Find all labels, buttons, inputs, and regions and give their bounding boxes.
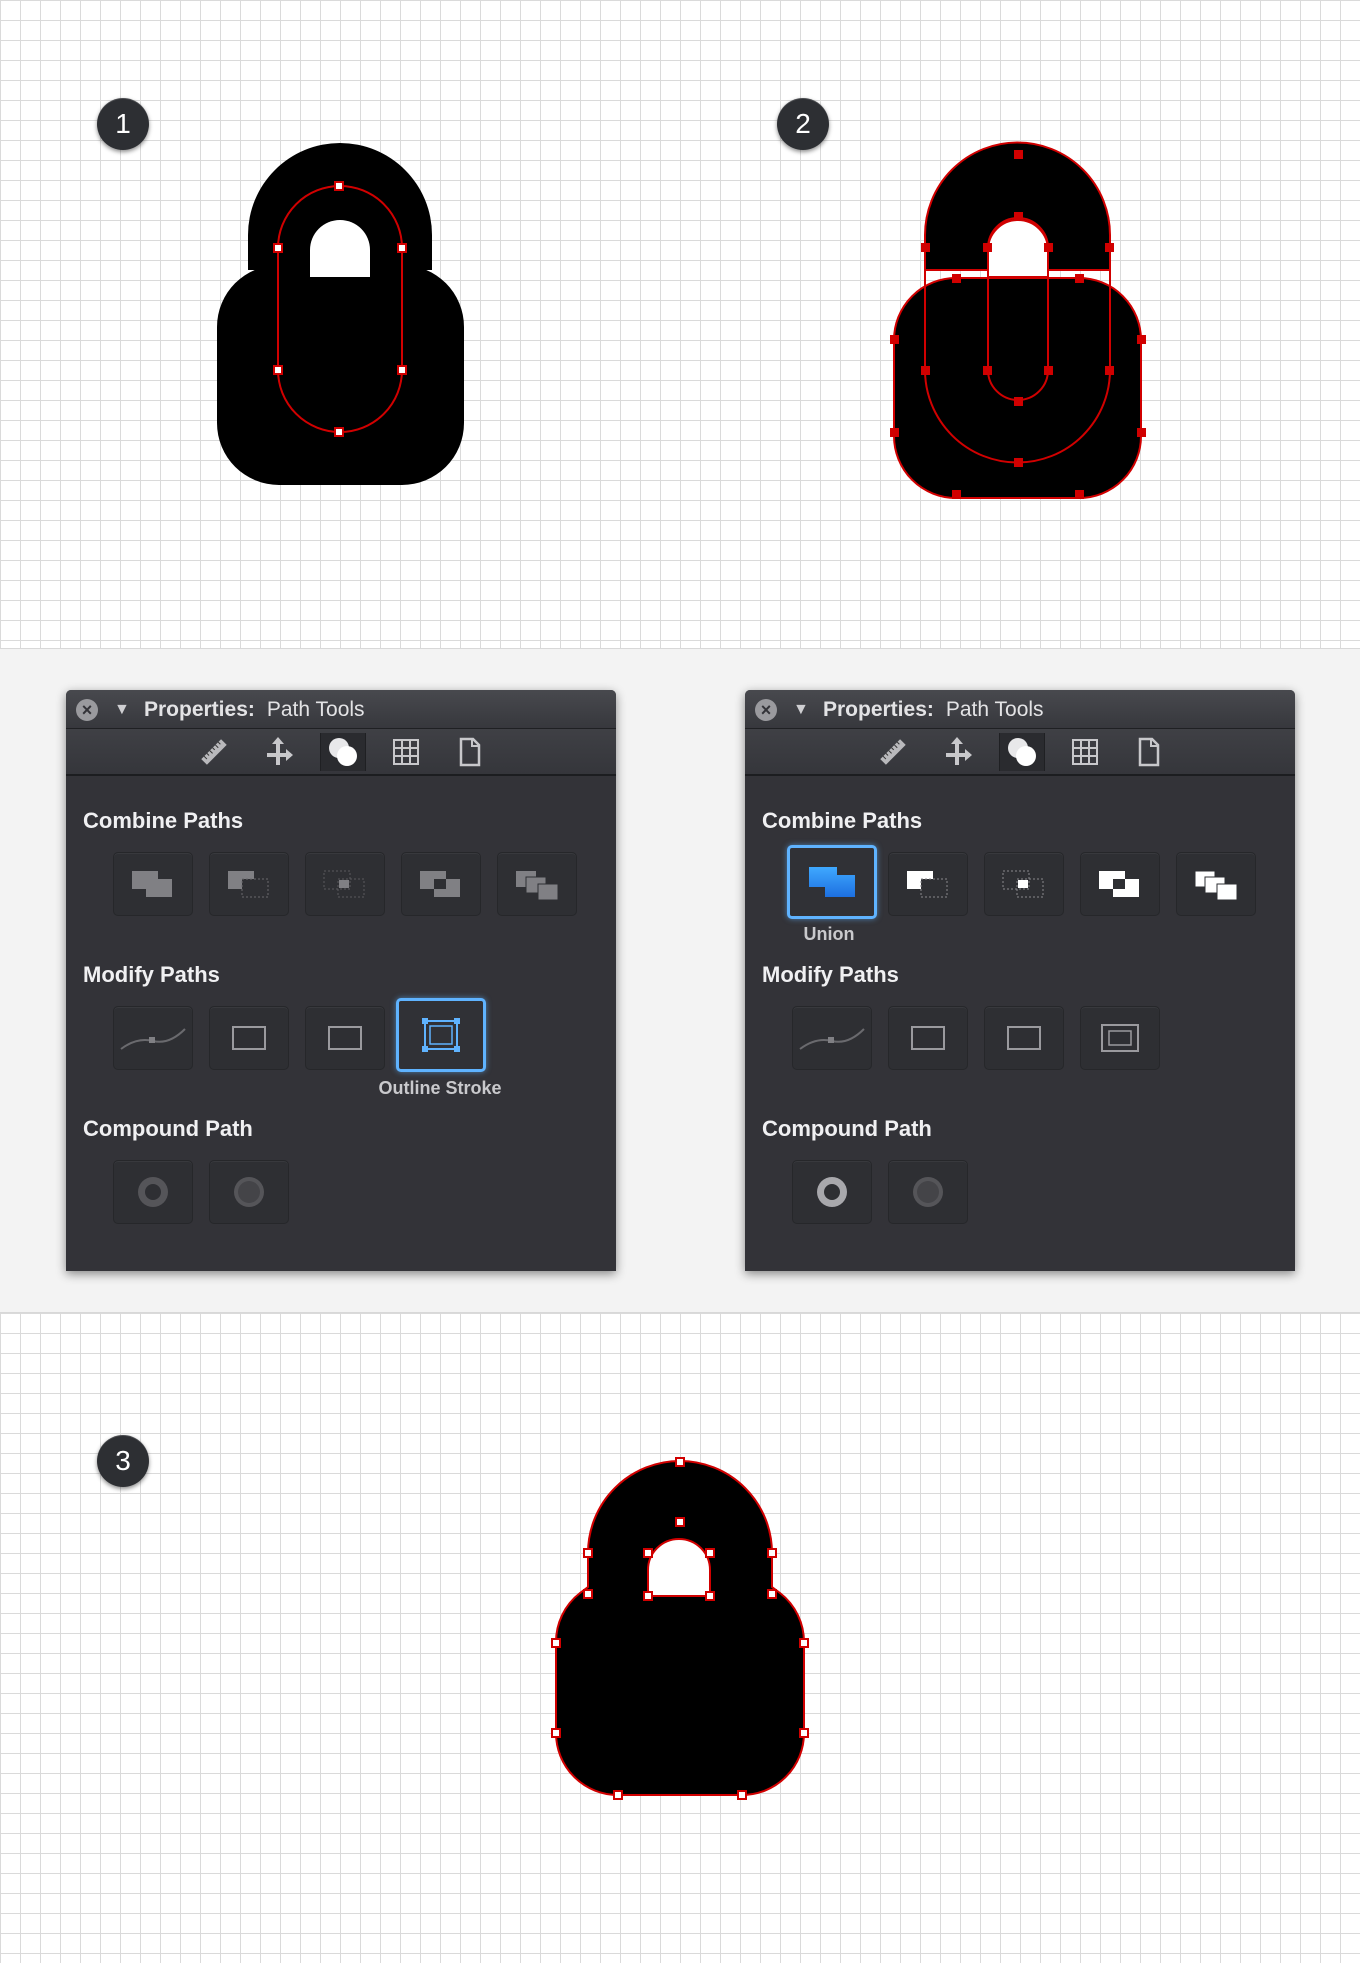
- compound-path-heading: Compound Path: [762, 1116, 932, 1141]
- expand-button[interactable]: [984, 1006, 1064, 1070]
- union-label: Union: [803, 924, 855, 944]
- window-titlebar: × ▼ Properties: Path Tools: [745, 690, 1295, 729]
- canvas-bottom-panel: 3: [0, 1312, 1360, 1963]
- window-title-bold: Properties:: [823, 698, 934, 721]
- union-button[interactable]: [787, 845, 877, 919]
- properties-window-left: × ▼ Properties: Path Tools Combine Paths: [66, 690, 616, 1271]
- offset-path-button[interactable]: [209, 1006, 289, 1070]
- combine-paths-heading: Combine Paths: [83, 808, 244, 833]
- intersect-button[interactable]: [305, 852, 385, 916]
- document-icon[interactable]: [448, 733, 492, 771]
- subtract-button[interactable]: [888, 852, 968, 916]
- combine-paths-heading: Combine Paths: [762, 808, 923, 833]
- lock-step1: [217, 143, 464, 485]
- offset-path-button[interactable]: [888, 1006, 968, 1070]
- exclude-button[interactable]: [1080, 852, 1160, 916]
- step-badge-3: 3: [97, 1435, 149, 1487]
- window-title-bold: Properties:: [144, 698, 255, 721]
- intersect-button[interactable]: [984, 852, 1064, 916]
- divide-button[interactable]: [1176, 852, 1256, 916]
- simplify-button[interactable]: [792, 1006, 872, 1070]
- expand-button[interactable]: [305, 1006, 385, 1070]
- make-compound-button[interactable]: [792, 1160, 872, 1224]
- modify-paths-heading: Modify Paths: [762, 962, 899, 987]
- ruler-icon[interactable]: [871, 733, 915, 771]
- close-button[interactable]: ×: [76, 699, 98, 721]
- lock-step2: [890, 141, 1146, 499]
- lock-step3: [551, 1457, 809, 1800]
- close-button[interactable]: ×: [755, 699, 777, 721]
- simplify-button[interactable]: [113, 1006, 193, 1070]
- outline-stroke-button[interactable]: [1080, 1006, 1160, 1070]
- window-title: Properties: Path Tools: [823, 698, 1044, 722]
- step-badge-2: 2: [777, 98, 829, 150]
- collapse-arrow-icon[interactable]: ▼: [793, 701, 809, 719]
- modify-paths-heading: Modify Paths: [83, 962, 220, 987]
- path-ops-icon[interactable]: [999, 733, 1045, 771]
- divide-button[interactable]: [497, 852, 577, 916]
- make-compound-button[interactable]: [113, 1160, 193, 1224]
- move-arrows-icon[interactable]: [935, 733, 979, 771]
- path-ops-icon[interactable]: [320, 733, 366, 771]
- outline-stroke-label: Outline Stroke: [378, 1078, 502, 1098]
- release-compound-button[interactable]: [209, 1160, 289, 1224]
- collapse-arrow-icon[interactable]: ▼: [114, 701, 130, 719]
- document-icon[interactable]: [1127, 733, 1171, 771]
- compound-path-heading: Compound Path: [83, 1116, 253, 1141]
- outline-stroke-button[interactable]: [396, 998, 486, 1072]
- properties-window-right: × ▼ Properties: Path Tools Combine Paths …: [745, 690, 1295, 1271]
- window-titlebar: × ▼ Properties: Path Tools: [66, 690, 616, 729]
- release-compound-button[interactable]: [888, 1160, 968, 1224]
- properties-toolbar: [745, 729, 1295, 776]
- canvas-top-panel: 1 2: [0, 0, 1360, 649]
- subtract-button[interactable]: [209, 852, 289, 916]
- step-badge-1: 1: [97, 98, 149, 150]
- ruler-icon[interactable]: [192, 733, 236, 771]
- union-button[interactable]: [113, 852, 193, 916]
- move-arrows-icon[interactable]: [256, 733, 300, 771]
- grid-icon[interactable]: [384, 733, 428, 771]
- properties-toolbar: [66, 729, 616, 776]
- exclude-button[interactable]: [401, 852, 481, 916]
- window-title-rest: Path Tools: [945, 698, 1044, 721]
- window-title-rest: Path Tools: [266, 698, 365, 721]
- window-title: Properties: Path Tools: [144, 698, 365, 722]
- grid-icon[interactable]: [1063, 733, 1107, 771]
